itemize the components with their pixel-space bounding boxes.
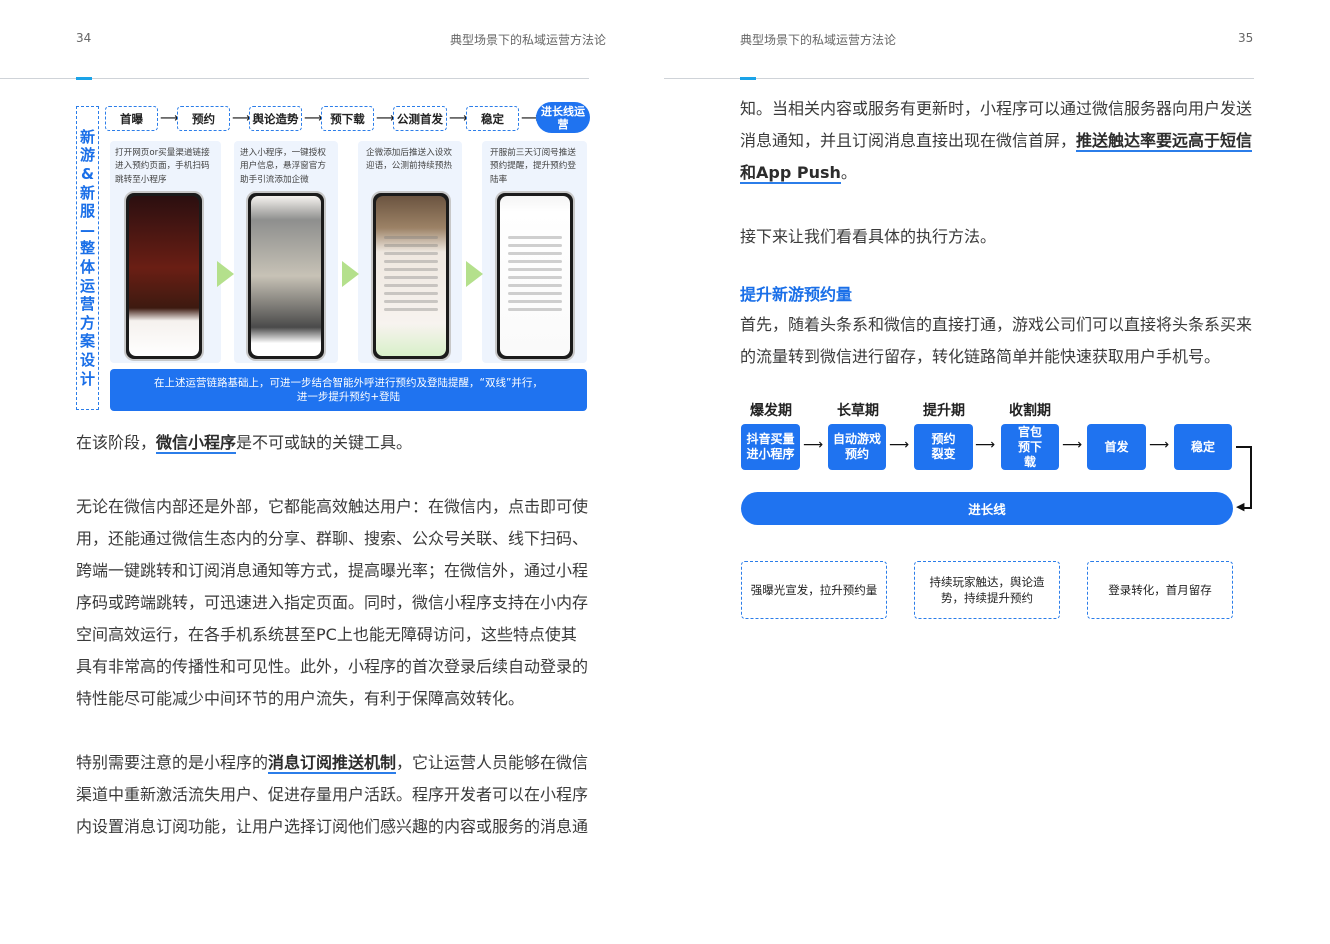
note-box-1: 强曝光宣发，拉升预约量 bbox=[741, 561, 887, 619]
arrow-icon: ⟶ bbox=[1062, 437, 1083, 453]
phase-label: 长草期 bbox=[837, 403, 879, 419]
text-line: 用，还能通过微信生态内的分享、群聊、搜索、公众号关联、线下扫码、 bbox=[76, 529, 589, 548]
flow-box-5: 首发 bbox=[1087, 424, 1146, 470]
section-title: 提升新游预约量 bbox=[740, 285, 853, 304]
text-run: 。 bbox=[840, 163, 857, 182]
stage-2: 预约 bbox=[177, 106, 230, 131]
next-arrow-icon bbox=[466, 261, 483, 287]
phone-screenshot-2 bbox=[246, 191, 326, 361]
text-line: 的流量转到微信进行留存，转化链路简单并能快速获取用户手机号。 bbox=[740, 347, 1221, 366]
text-line: 特性能尽可能减少中间环节的用户流失，有利于保障高效转化。 bbox=[76, 689, 525, 708]
arrow-icon: ⟶ bbox=[304, 111, 323, 126]
flow-banner: 在上述运营链路基础上，可进一步结合智能外呼进行预约及登陆提醒，“双线”并行， 进… bbox=[110, 369, 587, 411]
connector-line bbox=[1250, 446, 1252, 509]
stage-1: 首曝 bbox=[105, 106, 158, 131]
flow-box-6: 稳定 bbox=[1174, 424, 1232, 470]
arrow-icon: ⟶ bbox=[803, 437, 824, 453]
flow-vertical-title-frame: 新游&新服—整体运营方案设计 bbox=[76, 106, 99, 410]
stage-final: 进长线运营 bbox=[536, 102, 590, 133]
phase-label: 提升期 bbox=[923, 403, 965, 419]
note-box-2: 持续玩家触达，舆论造势，持续提升预约 bbox=[914, 561, 1060, 619]
text-line: 和App Push。 bbox=[740, 157, 1252, 189]
right-paragraph-3: 首先，随着头条系和微信的直接打通，游戏公司们可以直接将头条系买来 的流量转到微信… bbox=[740, 309, 1252, 373]
text-run: 是不可或缺的关键工具。 bbox=[236, 433, 413, 452]
connector-line bbox=[1244, 507, 1252, 509]
flow-box-2: 自动游戏预约 bbox=[828, 424, 886, 470]
stage-5: 公测首发 bbox=[393, 106, 447, 131]
page-number-left: 34 bbox=[76, 31, 92, 45]
text-line: 知。当相关内容或服务有更新时，小程序可以通过微信服务器向用户发送 bbox=[740, 99, 1253, 118]
highlight-term: 和App Push bbox=[740, 163, 841, 184]
next-arrow-icon bbox=[217, 261, 234, 287]
arrow-icon: ⟶ bbox=[889, 437, 910, 453]
stage-4: 预下载 bbox=[321, 106, 374, 131]
text-run: 在该阶段， bbox=[76, 433, 157, 452]
arrow-left-icon: ◀ bbox=[1236, 500, 1245, 513]
text-line: 序码或跨端跳转，可迅速进入指定页面。同时，微信小程序支持在小内存 bbox=[76, 593, 589, 612]
header-accent-left bbox=[76, 77, 92, 80]
right-paragraph-1: 知。当相关内容或服务有更新时，小程序可以通过微信服务器向用户发送 消息通知，并且… bbox=[740, 93, 1253, 189]
header-accent-right bbox=[740, 77, 756, 80]
banner-line-2: 进一步提升预约+登陆 bbox=[296, 391, 401, 403]
highlight-term: 消息订阅推送机制 bbox=[268, 753, 397, 774]
note-box-3: 登录转化，首月留存 bbox=[1087, 561, 1233, 619]
text-run: 特别需要注意的是小程序的 bbox=[76, 753, 269, 772]
stage-3: 舆论造势 bbox=[249, 106, 302, 131]
highlight-term: 推送触达率要远高于短信 bbox=[1076, 131, 1253, 152]
text-line: 消息通知，并且订阅消息直接出现在微信首屏，推送触达率要远高于短信 bbox=[740, 125, 1253, 157]
left-paragraph-2: 无论在微信内部还是外部，它都能高效触达用户：在微信内，点击即可使 用，还能通过微… bbox=[76, 491, 588, 715]
text-run: ，它让运营人员能够在微信 bbox=[396, 753, 589, 772]
long-line-bar: 进长线 bbox=[741, 492, 1233, 525]
phone-screenshot-1 bbox=[124, 191, 204, 361]
panel-4-desc: 开服前三天订阅号推送预约提醒，提升预约登陆率 bbox=[490, 148, 576, 185]
phone-screenshot-4 bbox=[495, 191, 575, 361]
flow-box-1: 抖音买量进小程序 bbox=[741, 424, 800, 470]
text-line: 具有非常高的传播性和可见性。此外，小程序的首次登录后续自动登录的 bbox=[76, 657, 589, 676]
arrow-icon: ⟶ bbox=[232, 111, 251, 126]
text-line: 空间高效运行，在各手机系统甚至PC上也能无障碍访问，这些特点使其 bbox=[76, 625, 577, 644]
panel-2-desc: 进入小程序，一键授权用户信息，悬浮窗官方助手引流添加企微 bbox=[240, 148, 326, 185]
phone-screenshot-3 bbox=[371, 191, 451, 361]
flow-box-3: 预约裂变 bbox=[914, 424, 973, 470]
phase-label: 收割期 bbox=[1009, 403, 1051, 419]
phase-label: 爆发期 bbox=[750, 403, 792, 419]
panel-1-desc: 打开网页or买量渠道链接进入预约页面，手机扫码跳转至小程序 bbox=[115, 148, 210, 185]
flow-box-4: 官包预下载 bbox=[1001, 424, 1059, 470]
page-header-left: 典型场景下的私域运营方法论 bbox=[450, 33, 607, 47]
right-paragraph-2: 接下来让我们看看具体的执行方法。 bbox=[740, 227, 997, 246]
next-arrow-icon bbox=[342, 261, 359, 287]
arrow-icon: ⟶ bbox=[160, 111, 179, 126]
text-line: 跨端一键跳转和订阅消息通知等方式，提高曝光率；在微信外，通过小程 bbox=[76, 561, 589, 580]
text-run: 消息通知，并且订阅消息直接出现在微信首屏， bbox=[740, 131, 1077, 150]
left-paragraph-3: 特别需要注意的是小程序的消息订阅推送机制，它让运营人员能够在微信 渠道中重新激活… bbox=[76, 747, 588, 843]
stage-6: 稳定 bbox=[466, 106, 519, 131]
left-paragraph-1: 在该阶段，微信小程序是不可或缺的关键工具。 bbox=[76, 427, 412, 459]
panel-3-desc: 企微添加后推送入设欢迎语，公测前持续预热 bbox=[366, 148, 452, 172]
arrow-icon: ⟶ bbox=[376, 111, 395, 126]
arrow-icon: ⟶ bbox=[975, 437, 996, 453]
arrow-icon: ⟶ bbox=[1149, 437, 1170, 453]
highlight-term: 微信小程序 bbox=[156, 433, 237, 454]
text-line: 渠道中重新激活流失用户、促进存量用户活跃。程序开发者可以在小程序 bbox=[76, 785, 589, 804]
banner-line-1: 在上述运营链路基础上，可进一步结合智能外呼进行预约及登陆提醒，“双线”并行， bbox=[154, 377, 543, 389]
text-line: 无论在微信内部还是外部，它都能高效触达用户：在微信内，点击即可使 bbox=[76, 497, 589, 516]
text-line: 特别需要注意的是小程序的消息订阅推送机制，它让运营人员能够在微信 bbox=[76, 747, 588, 779]
flow-vertical-title: 新游&新服—整体运营方案设计 bbox=[79, 127, 95, 388]
page-number-right: 35 bbox=[1238, 31, 1254, 45]
text-line: 内设置消息订阅功能，让用户选择订阅他们感兴趣的内容或服务的消息通 bbox=[76, 817, 589, 836]
text-line: 首先，随着头条系和微信的直接打通，游戏公司们可以直接将头条系买来 bbox=[740, 315, 1253, 334]
page-header-right: 典型场景下的私域运营方法论 bbox=[740, 33, 897, 47]
arrow-icon: ⟶ bbox=[449, 111, 468, 126]
